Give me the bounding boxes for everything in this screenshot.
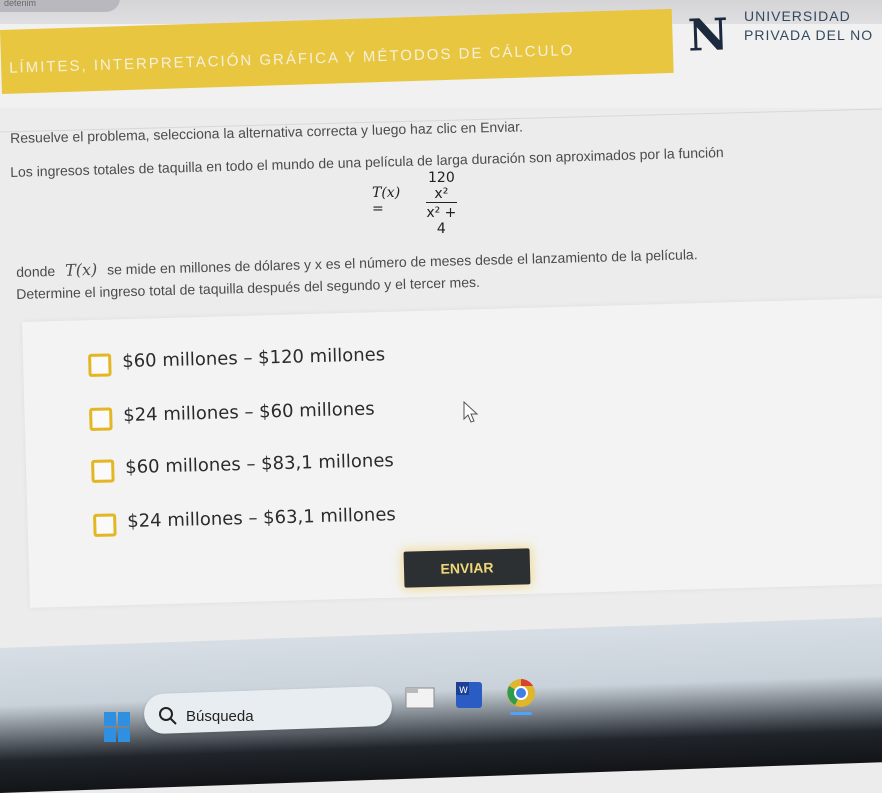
mouse-cursor-icon xyxy=(463,400,479,423)
search-placeholder: Búsqueda xyxy=(186,708,254,725)
option-checkbox[interactable] xyxy=(89,407,113,431)
problem-intro: Los ingresos totales de taquilla en todo… xyxy=(10,144,724,180)
option-checkbox[interactable] xyxy=(93,513,117,537)
formula-lhs: T(x) = xyxy=(372,185,401,217)
word-app-icon[interactable]: W xyxy=(454,680,484,712)
option-checkbox[interactable] xyxy=(91,459,115,483)
formula-numerator: 120 x² xyxy=(426,170,457,203)
windows-start-icon[interactable] xyxy=(104,712,130,742)
svg-text:W: W xyxy=(459,686,468,696)
where-suffix: se mide en millones de dólares y x es el… xyxy=(106,246,698,278)
formula-fraction: 120 x² x² + 4 xyxy=(426,170,457,237)
submit-button[interactable]: ENVIAR xyxy=(403,548,531,588)
top-tab[interactable]: detenim xyxy=(0,0,120,12)
where-variable: T(x) xyxy=(64,259,98,280)
top-tab-label: detenim xyxy=(4,0,37,8)
course-title: LÍMITES, INTERPRETACIÓN GRÁFICA Y MÉTODO… xyxy=(8,41,575,77)
file-explorer-icon[interactable] xyxy=(404,684,436,712)
variable-definition: donde T(x) se mide en millones de dólare… xyxy=(16,244,698,281)
instruction-text: Resuelve el problema, selecciona la alte… xyxy=(10,118,524,146)
university-name-line1: UNIVERSIDAD xyxy=(744,8,851,24)
formula-denominator: x² + 4 xyxy=(426,205,457,237)
where-prefix: donde xyxy=(16,262,56,280)
university-logo: N xyxy=(687,9,730,62)
option-checkbox[interactable] xyxy=(88,353,112,377)
chrome-browser-icon[interactable] xyxy=(504,676,538,716)
university-name-line2: PRIVADA DEL NO xyxy=(744,27,874,43)
search-icon xyxy=(159,707,177,725)
taskbar xyxy=(0,617,882,793)
